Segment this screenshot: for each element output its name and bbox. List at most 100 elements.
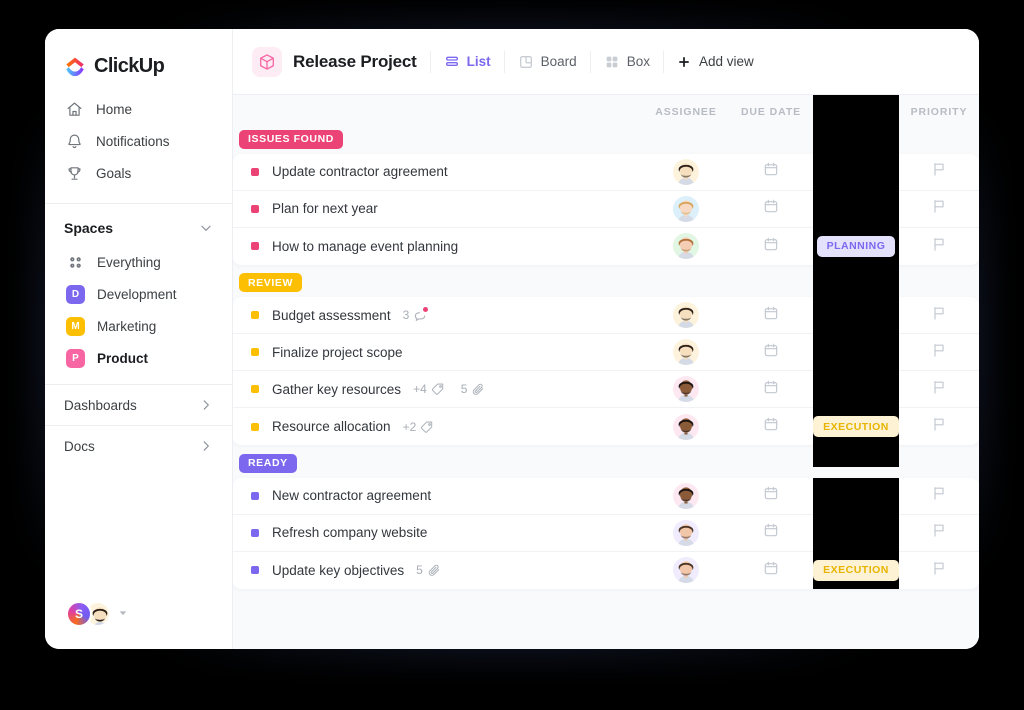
task-meta[interactable]: 5 — [416, 563, 441, 577]
sidebar-item-docs[interactable]: Docs — [45, 426, 232, 466]
assignee-cell[interactable] — [643, 302, 729, 328]
assignee-cell[interactable] — [643, 233, 729, 259]
stage-cell[interactable]: EXECUTION — [813, 297, 899, 445]
workspace-avatar[interactable]: S — [66, 601, 92, 627]
task-status-dot[interactable] — [251, 348, 259, 356]
task-status-dot[interactable] — [251, 422, 259, 431]
group-status-badge[interactable]: ISSUES FOUND — [239, 129, 343, 149]
sidebar-item-notifications[interactable]: Notifications — [45, 125, 232, 157]
user-tray[interactable]: S — [45, 601, 232, 649]
assignee-cell[interactable] — [643, 519, 729, 546]
sidebar-item-goals[interactable]: Goals — [45, 157, 232, 189]
assignee-cell[interactable] — [643, 413, 729, 440]
task-status-dot[interactable] — [251, 528, 259, 537]
flag-icon[interactable] — [931, 342, 947, 363]
priority-cell[interactable] — [899, 198, 979, 219]
avatar[interactable] — [673, 376, 699, 402]
sidebar-item-everything[interactable]: Everything — [45, 246, 232, 278]
avatar[interactable] — [673, 339, 699, 365]
due-date-cell[interactable] — [729, 485, 813, 506]
spaces-section-header[interactable]: Spaces — [45, 210, 232, 246]
due-date-cell[interactable] — [729, 198, 813, 219]
priority-cell[interactable] — [899, 485, 979, 506]
status-badge[interactable]: PLANNING — [816, 235, 896, 257]
flag-icon[interactable] — [931, 305, 947, 326]
task-status-dot[interactable] — [251, 204, 259, 213]
add-view-button[interactable]: Add view — [677, 54, 754, 69]
tab-list[interactable]: List — [444, 54, 491, 70]
stage-cell[interactable]: EXECUTION — [813, 477, 899, 589]
due-date-cell[interactable] — [729, 379, 813, 400]
due-date-cell[interactable] — [729, 305, 813, 326]
priority-cell[interactable] — [899, 161, 979, 182]
task-status-dot[interactable] — [251, 311, 259, 319]
assignee-cell[interactable] — [643, 195, 729, 222]
avatar[interactable] — [673, 519, 699, 546]
due-date-cell[interactable] — [729, 416, 813, 437]
flag-icon[interactable] — [931, 522, 947, 543]
task-meta[interactable]: 3 — [403, 307, 429, 322]
caret-down-icon[interactable] — [118, 605, 128, 623]
assignee-cell[interactable] — [643, 482, 729, 509]
group-status-badge[interactable]: READY — [239, 453, 297, 473]
flag-icon[interactable] — [931, 379, 947, 400]
due-date-cell[interactable] — [729, 342, 813, 363]
tab-box[interactable]: Box — [604, 54, 650, 70]
avatar[interactable] — [673, 233, 699, 259]
assignee-cell[interactable] — [643, 339, 729, 365]
table-row[interactable]: Update key objectives 5 EXECUTION — [233, 477, 979, 589]
sidebar-item-marketing[interactable]: M Marketing — [45, 310, 232, 342]
status-badge[interactable]: EXECUTION — [813, 559, 899, 581]
sidebar-item-product[interactable]: P Product — [45, 342, 232, 374]
sidebar-item-home[interactable]: Home — [45, 93, 232, 125]
chevron-down-icon[interactable] — [199, 221, 213, 235]
avatar[interactable] — [673, 158, 699, 185]
task-status-dot[interactable] — [251, 491, 259, 500]
priority-cell[interactable] — [899, 560, 979, 581]
task-status-dot[interactable] — [251, 566, 259, 574]
avatar[interactable] — [673, 302, 699, 328]
brand[interactable]: ClickUp — [45, 29, 232, 85]
priority-cell[interactable] — [899, 416, 979, 437]
avatar[interactable] — [673, 195, 699, 222]
avatar[interactable] — [673, 413, 699, 440]
due-date-cell[interactable] — [729, 522, 813, 543]
task-meta[interactable]: +4 — [413, 382, 445, 396]
avatar[interactable] — [673, 482, 699, 509]
tab-board[interactable]: Board — [518, 54, 577, 70]
priority-cell[interactable] — [899, 236, 979, 257]
sidebar-item-development[interactable]: D Development — [45, 278, 232, 310]
column-header-assignee[interactable]: ASSIGNEE — [643, 106, 729, 118]
task-status-dot[interactable] — [251, 385, 259, 393]
flag-icon[interactable] — [931, 236, 947, 257]
assignee-cell[interactable] — [643, 158, 729, 185]
chevron-right-icon[interactable] — [199, 398, 213, 412]
priority-cell[interactable] — [899, 379, 979, 400]
stage-cell[interactable]: PLANNING — [813, 153, 899, 265]
due-date-cell[interactable] — [729, 161, 813, 182]
priority-cell[interactable] — [899, 305, 979, 326]
task-meta[interactable]: +2 — [403, 420, 435, 434]
column-header-due-date[interactable]: DUE DATE — [729, 106, 813, 118]
flag-icon[interactable] — [931, 198, 947, 219]
flag-icon[interactable] — [931, 416, 947, 437]
status-badge[interactable]: EXECUTION — [813, 416, 899, 437]
due-date-cell[interactable] — [729, 560, 813, 581]
assignee-cell[interactable] — [643, 376, 729, 402]
flag-icon[interactable] — [931, 161, 947, 182]
assignee-cell[interactable] — [643, 557, 729, 583]
table-row[interactable]: Resource allocation +2 EXECUTION — [233, 297, 979, 445]
task-status-dot[interactable] — [251, 242, 259, 250]
task-meta[interactable]: 5 — [461, 382, 486, 396]
priority-cell[interactable] — [899, 522, 979, 543]
flag-icon[interactable] — [931, 560, 947, 581]
group-status-badge[interactable]: REVIEW — [239, 273, 303, 292]
table-row[interactable]: How to manage event planning PLANNING — [233, 153, 979, 265]
chevron-right-icon[interactable] — [199, 439, 213, 453]
avatar[interactable] — [673, 557, 699, 583]
priority-cell[interactable] — [899, 342, 979, 363]
flag-icon[interactable] — [931, 485, 947, 506]
task-status-dot[interactable] — [251, 167, 259, 176]
due-date-cell[interactable] — [729, 236, 813, 257]
column-header-priority[interactable]: PRIORITY — [899, 106, 979, 118]
